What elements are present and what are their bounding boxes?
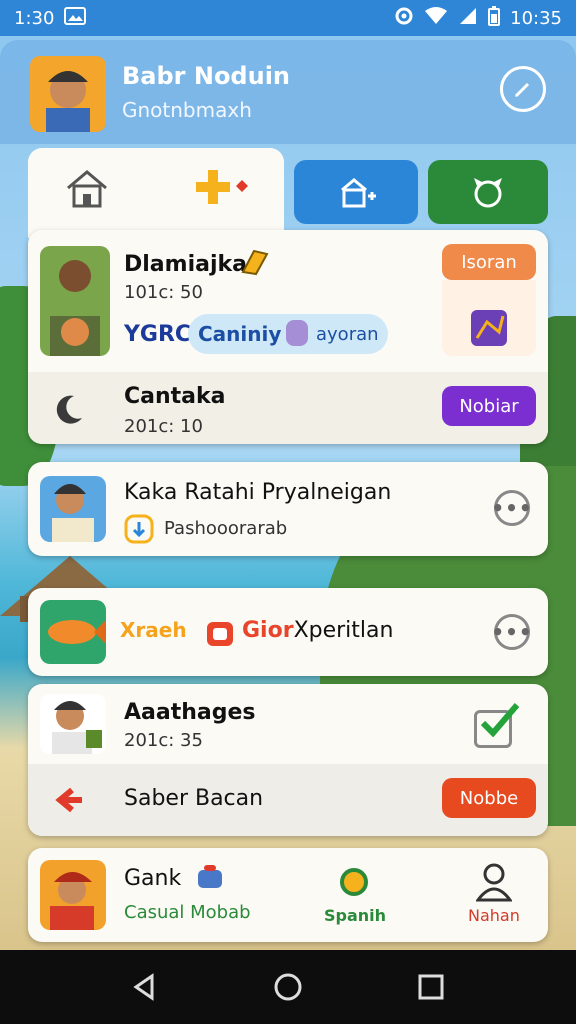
game-meta-4: 201c: 35 (124, 730, 203, 751)
more-button[interactable]: ••• (491, 490, 532, 526)
user-avatar[interactable] (40, 860, 106, 930)
shop-icon (198, 865, 222, 888)
battery-icon (488, 5, 501, 31)
home-icon (67, 170, 107, 208)
recents-icon (418, 974, 444, 1000)
profile-avatar[interactable] (30, 56, 106, 132)
game-sub-2: Pashooorarab (164, 518, 288, 539)
game-title-2: Kaka Ratahi Pryalneigan (124, 480, 392, 505)
pencil-icon (514, 82, 530, 98)
chip-extra: ayoran (316, 324, 379, 345)
chip-label: Caniniy (198, 322, 282, 346)
status-time-left: 1:30 (14, 7, 55, 29)
recents-button[interactable] (416, 972, 446, 1002)
nav-right-label[interactable]: Nahan (468, 906, 520, 925)
game-avatar-2 (40, 476, 106, 542)
tab-store[interactable] (294, 160, 418, 224)
label-b-dark: Xperitlan (293, 618, 394, 643)
game-avatar-4 (40, 694, 106, 754)
profile-name: Babr Noduin (122, 62, 291, 90)
home-button[interactable] (273, 972, 303, 1002)
pet-icon (474, 178, 502, 208)
signal-icon (458, 6, 478, 31)
store-icon (341, 178, 376, 208)
tag-text: YGRC (124, 322, 192, 347)
game-title-4: Aaathages (124, 700, 256, 725)
fish-image (40, 600, 106, 664)
profile-subtitle: Gnotnbmaxh (122, 98, 252, 122)
bottom-title: Gank (124, 866, 182, 891)
download-icon (124, 514, 154, 544)
edit-button[interactable] (500, 66, 546, 112)
game-title: Dlamiajka (124, 252, 247, 277)
system-nav-bar (0, 950, 576, 1024)
status-time-right: 10:35 (510, 7, 562, 29)
chip[interactable]: Caniniy ayoran (188, 314, 388, 354)
bottom-bar-card: Gank Casual Mobab Spanih Nahan (28, 848, 548, 942)
purple-button[interactable]: Nobiar (442, 386, 536, 426)
more-button-2[interactable]: ••• (491, 614, 532, 650)
game-card-3[interactable]: Xraeh GiorXperitlan ••• (28, 588, 548, 676)
profile-icon (476, 863, 512, 902)
label-b-red: Gior (242, 618, 294, 643)
secondary-meta: 201c: 10 (124, 416, 203, 437)
wifi-icon (424, 6, 448, 31)
label-b: GiorXperitlan (242, 618, 393, 643)
secondary-title-2: Saber Bacan (124, 786, 264, 811)
game-meta: 101c: 50 (124, 282, 203, 303)
nav-mid-label[interactable]: Spanih (324, 906, 386, 925)
red-button[interactable]: Nobbe (442, 778, 536, 818)
sync-icon (394, 6, 414, 31)
bag-icon (207, 622, 233, 646)
back-arrow-icon (55, 787, 82, 813)
bottom-sub: Casual Mobab (124, 902, 251, 923)
gallery-icon (64, 6, 87, 30)
games-icon (196, 170, 248, 204)
tab-bar (28, 148, 548, 238)
back-icon (133, 973, 154, 1001)
check-icon (480, 703, 520, 737)
tab-pets[interactable] (428, 160, 548, 224)
game-card-4[interactable]: Aaathages 201c: 35 Saber Bacan Nobbe (28, 684, 548, 836)
game-avatar (40, 246, 110, 356)
secondary-title: Cantaka (124, 384, 226, 409)
label-a: Xraeh (120, 618, 187, 642)
back-button[interactable] (130, 972, 160, 1002)
avatar-icon (286, 320, 308, 346)
featured-game-card[interactable]: Dlamiajka 101c: 50 YGRC Caniniy ayoran I… (28, 230, 548, 444)
game-card-2[interactable]: Kaka Ratahi Pryalneigan Pashooorarab ••• (28, 462, 548, 556)
tab-home[interactable] (28, 148, 284, 238)
side-panel (442, 280, 536, 356)
badge-icon (241, 249, 269, 276)
moon-icon (56, 395, 82, 424)
status-bar: 1:30 10:35 (0, 0, 576, 36)
check-box[interactable] (474, 703, 520, 748)
sun-icon (340, 868, 368, 896)
side-button[interactable]: Isoran (442, 244, 536, 280)
map-icon (471, 310, 507, 346)
home-circle-icon (274, 973, 302, 1001)
